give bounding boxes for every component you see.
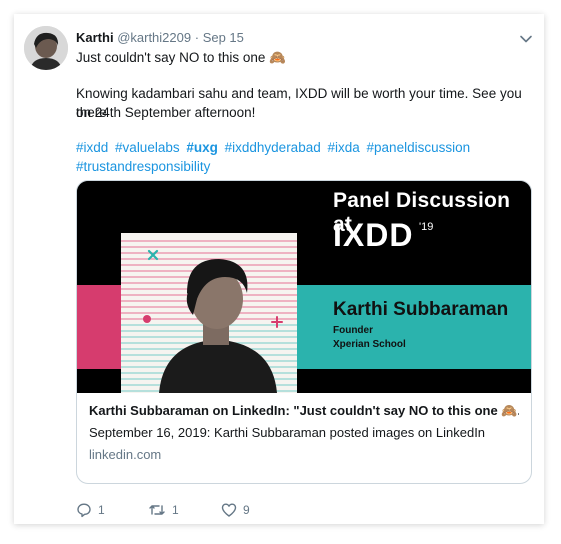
like-count: 9 (243, 503, 250, 517)
author-name[interactable]: Karthi (76, 30, 114, 45)
banner-brand-superscript: '19 (419, 221, 434, 233)
author-handle[interactable]: @karthi2209 (117, 30, 191, 45)
chevron-down-icon[interactable] (519, 32, 533, 46)
tweet-text-line-1: Just couldn't say NO to this one 🙈 (76, 50, 286, 65)
hashtag-link[interactable]: #valuelabs (115, 140, 180, 155)
reply-count: 1 (98, 503, 105, 517)
retweet-icon (148, 502, 166, 518)
link-card-domain[interactable]: linkedin.com (89, 447, 161, 462)
reply-button[interactable]: 1 (76, 502, 105, 518)
avatar[interactable] (24, 26, 68, 70)
link-preview-card[interactable]: Panel Discussion at IXDD '19 Karthi Subb… (76, 180, 532, 484)
link-card-title[interactable]: Karthi Subbaraman on LinkedIn: "Just cou… (89, 403, 519, 419)
tweet-date[interactable]: Sep 15 (203, 30, 244, 45)
like-button[interactable]: 9 (221, 502, 250, 518)
link-card-description: September 16, 2019: Karthi Subbaraman po… (89, 425, 486, 440)
hashtag-link[interactable]: #trustandresponsibility (76, 159, 210, 174)
retweet-count: 1 (172, 503, 179, 517)
hashtags-line-1: #ixdd #valuelabs #uxg #ixddhyderabad #ix… (76, 138, 473, 157)
like-icon (221, 502, 237, 518)
hashtag-link[interactable]: #paneldiscussion (367, 140, 471, 155)
hashtag-link[interactable]: #ixda (327, 140, 359, 155)
hashtags-line-2: #trustandresponsibility (76, 157, 213, 176)
banner-speaker-role: Founder (333, 325, 373, 336)
reply-icon (76, 502, 92, 518)
separator: · (194, 30, 200, 45)
banner-brand: IXDD (333, 217, 414, 253)
event-banner-image[interactable]: Panel Discussion at IXDD '19 Karthi Subb… (77, 181, 531, 393)
banner-speaker-company: Xperian School (333, 339, 406, 350)
retweet-button[interactable]: 1 (148, 502, 179, 518)
banner-speaker-name: Karthi Subbaraman (333, 299, 509, 320)
hashtag-link[interactable]: #ixddhyderabad (225, 140, 321, 155)
tweet-text-line-3: on 24th September afternoon! (76, 105, 256, 120)
hashtag-link[interactable]: #uxg (186, 140, 218, 155)
hashtag-link[interactable]: #ixdd (76, 140, 108, 155)
tweet-card[interactable]: Karthi @karthi2209 · Sep 15 Just couldn'… (14, 14, 544, 524)
tweet-header: Karthi @karthi2209 · Sep 15 (76, 30, 244, 46)
